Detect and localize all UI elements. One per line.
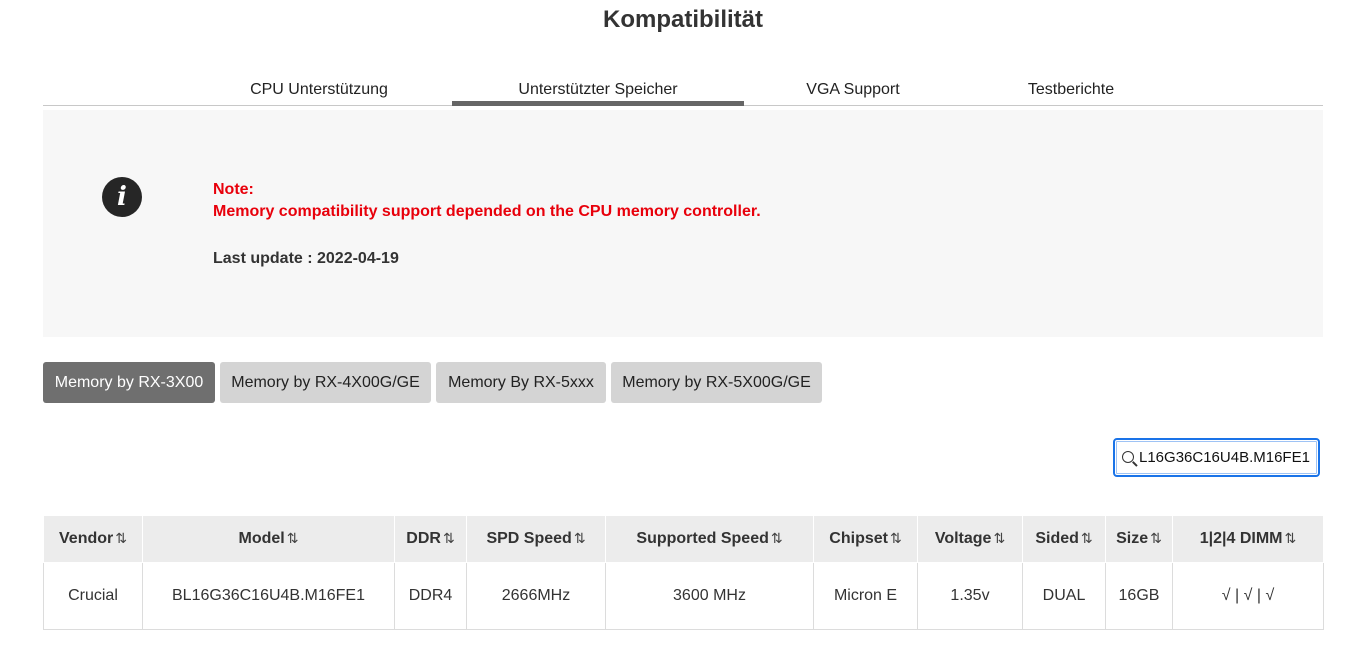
column-header-size[interactable]: Size ⇅ xyxy=(1105,515,1173,563)
memory-rx-5x00g-button[interactable]: Memory by RX-5X00G/GE xyxy=(611,362,822,403)
column-header-vendor[interactable]: Vendor ⇅ xyxy=(43,515,143,563)
sort-icon: ⇅ xyxy=(889,530,902,546)
cell-voltage: 1.35v xyxy=(917,562,1023,630)
sort-icon: ⇅ xyxy=(1150,530,1162,546)
sort-icon: ⇅ xyxy=(770,530,783,546)
memory-rx-4x00g-button[interactable]: Memory by RX-4X00G/GE xyxy=(220,362,431,403)
column-header-spd-speed[interactable]: SPD Speed ⇅ xyxy=(466,515,606,563)
sort-icon: ⇅ xyxy=(442,530,455,546)
tab-vga-support[interactable]: VGA Support xyxy=(783,78,923,105)
sort-icon: ⇅ xyxy=(286,530,299,546)
note-box: i Note: Memory compatibility support dep… xyxy=(43,110,1323,337)
column-header-model[interactable]: Model ⇅ xyxy=(142,515,395,563)
cell-supported-speed: 3600 MHz xyxy=(605,562,814,630)
sort-icon: ⇅ xyxy=(993,530,1006,546)
memory-rx-3x00-button[interactable]: Memory by RX-3X00 xyxy=(43,362,215,403)
memory-table: Vendor ⇅ Model ⇅ DDR ⇅ SPD Speed ⇅ Supported… xyxy=(43,515,1324,630)
compatibility-tabs: CPU Unterstützung Unterstützter Speicher… xyxy=(43,78,1323,106)
cell-model: BL16G36C16U4B.M16FE1 xyxy=(142,562,395,630)
memory-rx-5xxx-button[interactable]: Memory By RX-5xxx xyxy=(436,362,606,403)
note-body: Memory compatibility support depended on… xyxy=(213,203,761,220)
table-header-row: Vendor ⇅ Model ⇅ DDR ⇅ SPD Speed ⇅ Supported… xyxy=(43,515,1324,563)
cell-sided: DUAL xyxy=(1022,562,1106,630)
cell-ddr: DDR4 xyxy=(394,562,467,630)
column-header-dimm[interactable]: 1|2|4 DIMM ⇅ xyxy=(1172,515,1324,563)
sort-icon: ⇅ xyxy=(1080,530,1093,546)
sort-icon: ⇅ xyxy=(1284,530,1297,546)
sort-icon: ⇅ xyxy=(115,530,127,546)
cell-chipset: Micron E xyxy=(813,562,918,630)
search-box[interactable] xyxy=(1113,438,1320,477)
column-header-supported-speed[interactable]: Supported Speed ⇅ xyxy=(605,515,814,563)
tab-test-reports[interactable]: Testberichte xyxy=(1008,78,1134,105)
cell-size: 16GB xyxy=(1105,562,1173,630)
search-input[interactable] xyxy=(1139,446,1317,469)
note-label: Note: xyxy=(213,181,254,198)
last-update: Last update : 2022-04-19 xyxy=(213,250,399,267)
tab-cpu-support[interactable]: CPU Unterstützung xyxy=(228,78,410,105)
search-icon xyxy=(1122,451,1134,463)
page-title: Kompatibilität xyxy=(603,6,763,33)
tab-supported-memory[interactable]: Unterstützter Speicher xyxy=(452,78,744,106)
cell-vendor: Crucial xyxy=(43,562,143,630)
column-header-ddr[interactable]: DDR ⇅ xyxy=(394,515,467,563)
note-text: Note: Memory compatibility support depen… xyxy=(213,179,761,270)
info-icon: i xyxy=(102,177,142,217)
cell-dimm: √ | √ | √ xyxy=(1172,562,1324,630)
table-row: Crucial BL16G36C16U4B.M16FE1 DDR4 2666MH… xyxy=(43,562,1324,630)
column-header-chipset[interactable]: Chipset ⇅ xyxy=(813,515,918,563)
column-header-voltage[interactable]: Voltage ⇅ xyxy=(917,515,1023,563)
sort-icon: ⇅ xyxy=(573,530,586,546)
cell-spd-speed: 2666MHz xyxy=(466,562,606,630)
column-header-sided[interactable]: Sided ⇅ xyxy=(1022,515,1106,563)
